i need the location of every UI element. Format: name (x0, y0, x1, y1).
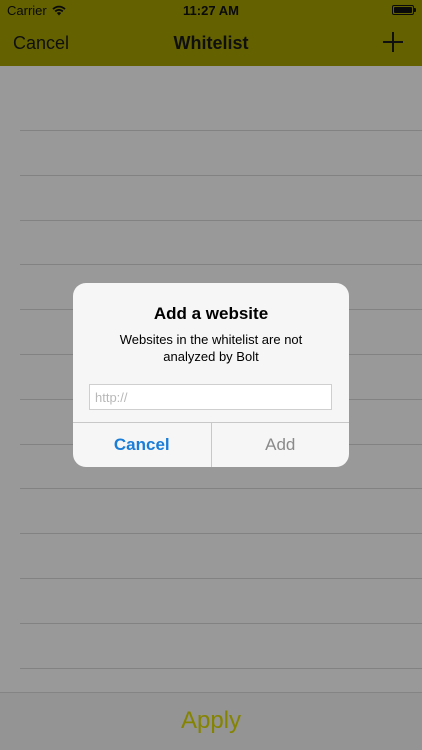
dialog-button-row: Cancel Add (73, 422, 349, 467)
dialog-add-button[interactable]: Add (212, 423, 350, 467)
add-website-dialog: Add a website Websites in the whitelist … (73, 283, 349, 467)
website-url-input[interactable] (89, 384, 332, 410)
dialog-title: Add a website (153, 304, 269, 323)
dialog-message: Websites in the whitelist are not analyz… (119, 332, 303, 364)
dialog-cancel-button[interactable]: Cancel (73, 423, 212, 467)
